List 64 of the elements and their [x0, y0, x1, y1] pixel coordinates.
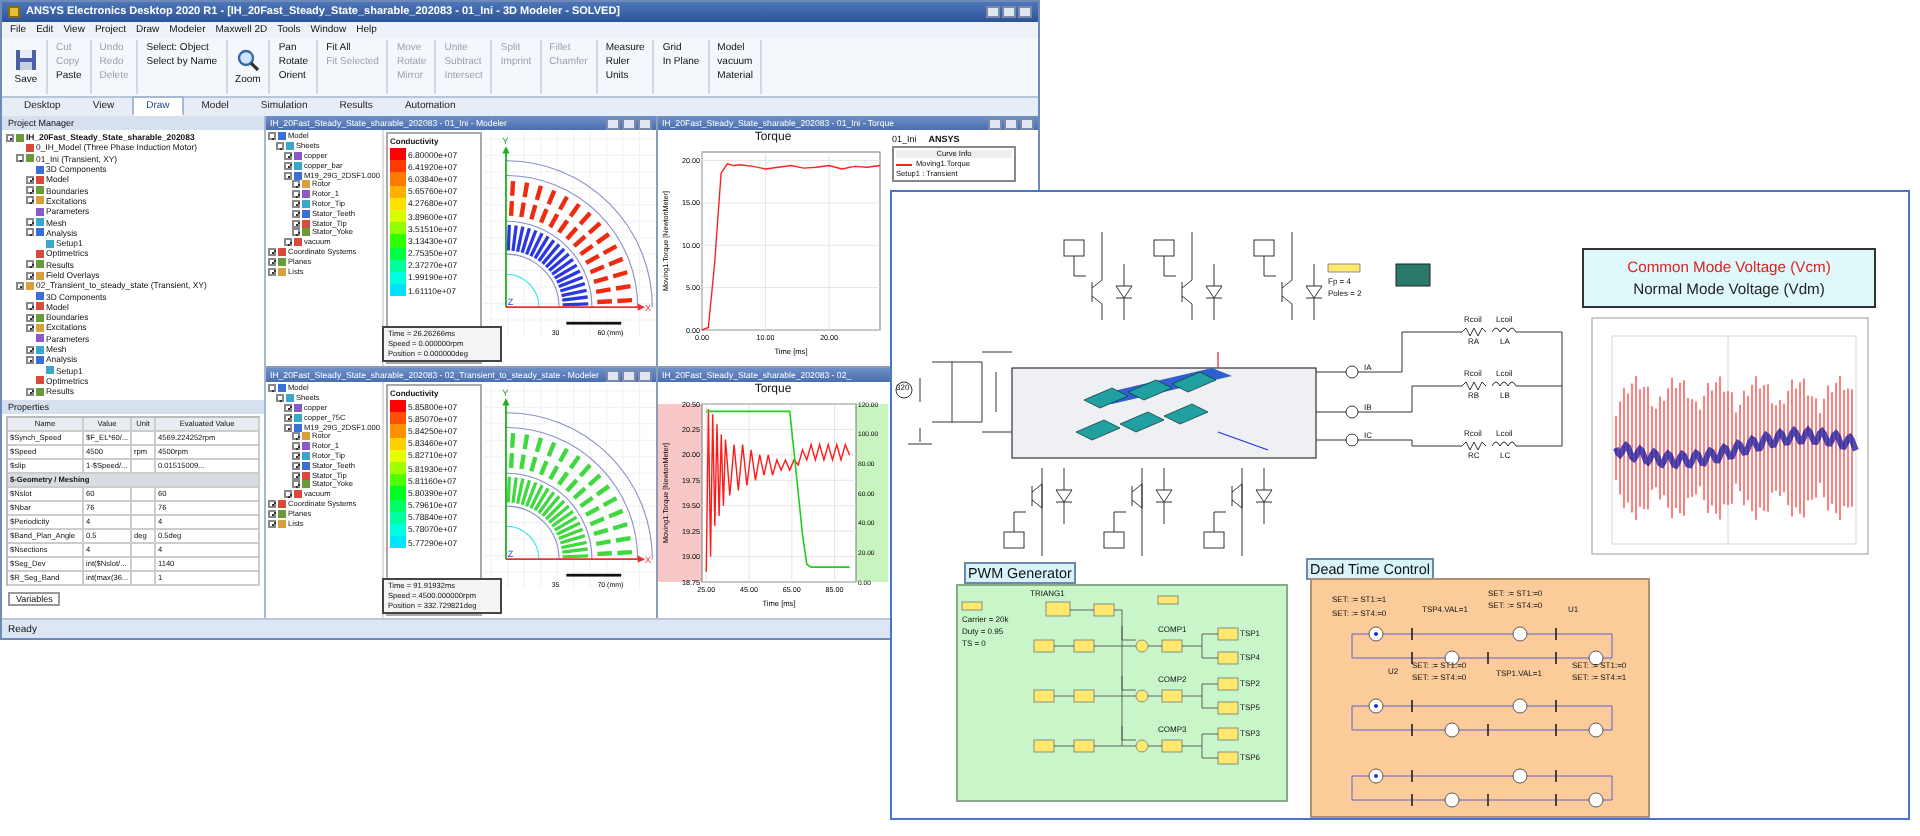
minimize-button[interactable]	[988, 117, 1002, 129]
expand-toggle[interactable]	[16, 154, 24, 163]
expand-toggle[interactable]	[26, 260, 34, 269]
expand-toggle[interactable]	[268, 267, 276, 276]
scale-bar	[566, 573, 622, 577]
expand-toggle[interactable]	[268, 247, 276, 256]
expand-toggle[interactable]	[292, 451, 300, 460]
expand-toggle[interactable]	[268, 509, 276, 518]
expand-toggle[interactable]	[292, 199, 300, 208]
minimize-button[interactable]	[606, 369, 620, 381]
expand-toggle[interactable]	[292, 480, 300, 489]
expand-toggle[interactable]	[284, 238, 292, 247]
expand-toggle[interactable]	[276, 142, 284, 151]
expand-toggle[interactable]	[26, 271, 34, 279]
expand-toggle[interactable]	[284, 171, 292, 180]
expand-toggle[interactable]	[26, 345, 34, 354]
expand-toggle[interactable]	[292, 442, 300, 451]
expand-toggle[interactable]	[284, 161, 292, 170]
expand-toggle[interactable]	[268, 499, 276, 508]
expand-toggle[interactable]	[292, 219, 300, 228]
expand-toggle[interactable]	[26, 387, 34, 396]
expand-toggle[interactable]	[26, 313, 34, 322]
expand-toggle[interactable]	[292, 180, 300, 189]
expand-toggle[interactable]	[292, 209, 300, 218]
expand-toggle[interactable]	[26, 228, 34, 237]
scale-bar	[566, 321, 622, 325]
close-button[interactable]	[638, 369, 652, 381]
expand-toggle[interactable]	[268, 519, 276, 528]
table-cell	[132, 432, 156, 446]
expand-toggle[interactable]	[26, 186, 34, 195]
expand-toggle[interactable]	[268, 132, 276, 141]
app-icon	[8, 6, 20, 18]
expand-toggle[interactable]	[284, 151, 292, 160]
expand-toggle[interactable]	[276, 394, 284, 403]
expand-toggle[interactable]	[284, 403, 292, 412]
expand-toggle[interactable]	[26, 302, 34, 311]
expand-toggle[interactable]	[268, 257, 276, 266]
close-button[interactable]	[1020, 117, 1034, 129]
expand-toggle[interactable]	[284, 423, 292, 432]
close-button[interactable]	[1018, 6, 1032, 18]
expand-toggle[interactable]	[292, 190, 300, 199]
maximize-button[interactable]	[622, 117, 636, 129]
expand-toggle[interactable]	[26, 218, 34, 227]
maximize-button[interactable]	[1004, 117, 1018, 129]
expand-toggle[interactable]	[292, 432, 300, 441]
save-icon	[14, 48, 38, 72]
expand-toggle[interactable]	[284, 413, 292, 422]
expand-toggle[interactable]	[26, 196, 34, 205]
close-button[interactable]	[638, 117, 652, 129]
expand-toggle[interactable]	[292, 228, 300, 237]
expand-toggle[interactable]	[268, 384, 276, 393]
minimize-button[interactable]	[986, 6, 1000, 18]
maximize-button[interactable]	[622, 369, 636, 381]
expand-toggle[interactable]	[26, 175, 34, 184]
expand-toggle[interactable]	[26, 323, 34, 332]
expand-toggle[interactable]	[292, 461, 300, 470]
expand-toggle[interactable]	[6, 133, 14, 142]
minimize-button[interactable]	[606, 117, 620, 129]
magnifier-icon	[235, 48, 260, 72]
maximize-button[interactable]	[1002, 6, 1016, 18]
expand-toggle[interactable]	[16, 281, 24, 290]
expand-toggle[interactable]	[26, 355, 34, 364]
expand-toggle[interactable]	[292, 471, 300, 480]
expand-toggle[interactable]	[284, 490, 292, 499]
